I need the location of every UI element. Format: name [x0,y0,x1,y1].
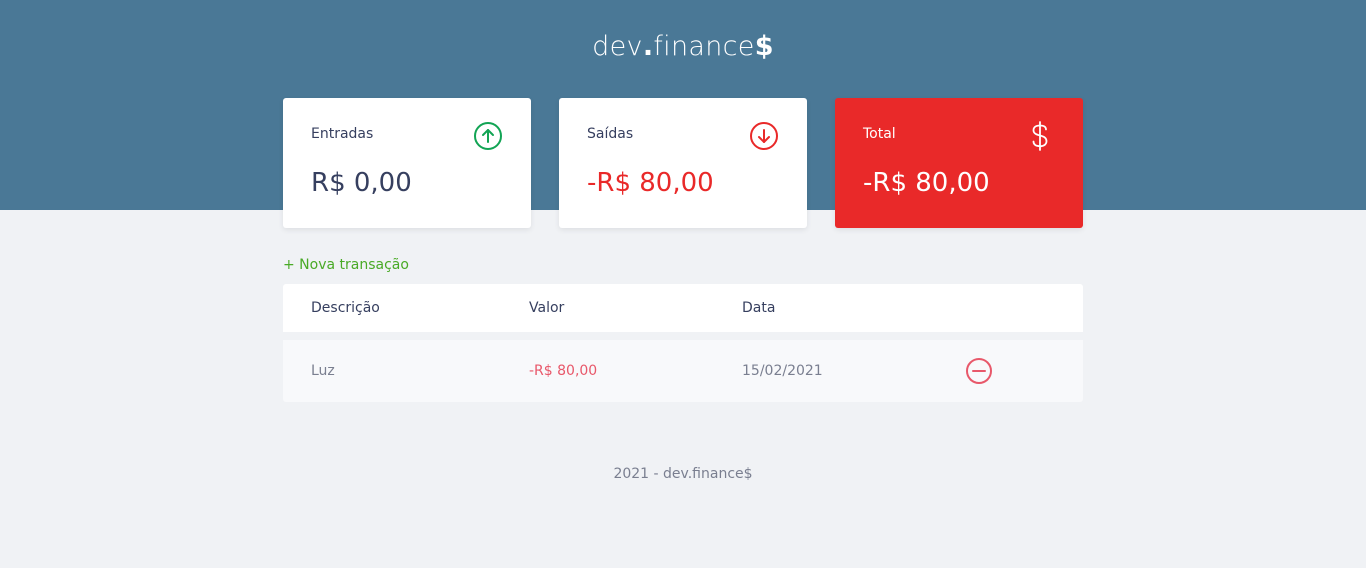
expense-card: Saídas -R$ 80,00 [559,98,807,228]
arrow-down-circle-icon [750,122,778,150]
logo-suffix: $ [754,31,774,62]
header-amount: Valor [529,300,565,316]
table-row: Luz -R$ 80,00 15/02/2021 [283,340,1083,402]
header-date: Data [742,300,776,316]
app-logo: dev.finance$ [0,31,1366,62]
row-action [965,340,993,402]
row-amount: -R$ 80,00 [529,363,598,379]
total-card-title: Total [863,126,896,142]
income-card: Entradas R$ 0,00 [283,98,531,228]
arrow-up-circle-icon [474,122,502,150]
income-card-title: Entradas [311,126,374,142]
page-footer: 2021 - dev.finance$ [0,466,1366,482]
row-description: Luz [311,363,335,379]
total-card-value: -R$ 80,00 [863,168,990,198]
new-transaction-link[interactable]: + Nova transação [283,257,409,273]
total-card: Total -R$ 80,00 [835,98,1083,228]
logo-prefix: dev [592,31,643,62]
logo-dot: . [642,31,654,62]
expense-card-value: -R$ 80,00 [587,168,714,198]
dollar-sign-icon [1032,121,1048,151]
logo-main: finance [653,31,755,62]
transactions-table: Descrição Valor Data Luz -R$ 80,00 15/02… [283,284,1083,402]
income-card-value: R$ 0,00 [311,168,412,198]
expense-card-title: Saídas [587,126,634,142]
footer-text: 2021 - dev.finance$ [613,466,753,482]
minus-circle-icon[interactable] [965,357,993,385]
row-date: 15/02/2021 [742,363,823,379]
table-header: Descrição Valor Data [283,284,1083,332]
header-description: Descrição [311,300,380,316]
